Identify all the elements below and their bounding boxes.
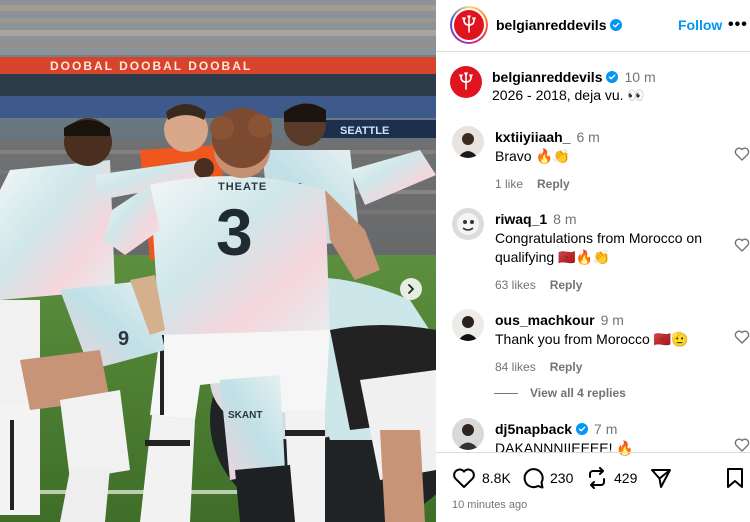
share-icon	[651, 469, 671, 488]
heart-icon	[453, 468, 475, 488]
reply-button[interactable]: Reply	[537, 177, 570, 191]
comment-avatar[interactable]	[452, 418, 484, 450]
carousel-next-button[interactable]	[400, 278, 422, 300]
heart-icon[interactable]	[734, 437, 750, 453]
banner-text: DOOBAL DOOBAL DOOBAL	[50, 59, 252, 73]
jersey-number-9: 9	[118, 328, 129, 350]
comment-username[interactable]: riwaq_1	[495, 211, 547, 227]
comment-count: 230	[550, 470, 574, 486]
like-count: 8.8K	[482, 470, 511, 486]
red-devils-logo-icon	[454, 10, 484, 40]
post-side-panel: belgianreddevils Follow ••• belgianredde…	[436, 0, 750, 522]
comment-likes[interactable]: 84 likes	[495, 360, 536, 374]
post-header: belgianreddevils Follow •••	[436, 0, 750, 52]
view-replies-label: View all 4 replies	[530, 386, 626, 400]
comment-avatar[interactable]	[452, 208, 484, 240]
comment-icon	[523, 468, 544, 489]
verified-icon	[610, 19, 623, 31]
heart-icon[interactable]	[734, 329, 750, 345]
stand-sign: SEATTLE	[340, 125, 389, 137]
heart-icon[interactable]	[734, 237, 750, 253]
posted-time: 10 minutes ago	[452, 499, 528, 511]
comment-username[interactable]: ous_machkour	[495, 312, 595, 328]
caption-username[interactable]: belgianreddevils	[492, 69, 602, 85]
repost-icon	[589, 467, 605, 489]
comment-avatar[interactable]	[452, 309, 484, 341]
verified-icon	[606, 71, 619, 83]
follow-button[interactable]: Follow	[678, 17, 722, 33]
repost-count: 429	[614, 470, 638, 486]
caption-time: 10 m	[624, 69, 656, 85]
comment-text: Thank you from Morocco 🇲🇦🫡	[495, 331, 689, 347]
comment-time: 7 m	[594, 421, 618, 437]
like-button[interactable]: 8.8K	[452, 467, 511, 489]
comment-time: 6 m	[576, 129, 600, 145]
comment-likes[interactable]: 63 likes	[495, 278, 536, 292]
comment-time: 8 m	[553, 211, 577, 227]
caption-avatar[interactable]	[450, 66, 482, 98]
more-options-button[interactable]: •••	[728, 16, 748, 34]
reply-button[interactable]: Reply	[550, 360, 583, 374]
comment-button[interactable]: 230	[522, 467, 573, 489]
share-button[interactable]	[650, 467, 678, 489]
header-username[interactable]: belgianreddevils	[496, 17, 606, 33]
save-button[interactable]	[726, 467, 750, 489]
avatar[interactable]	[450, 6, 488, 44]
comment-username[interactable]: kxtiiyiiaah_	[495, 129, 571, 145]
replies-divider	[494, 393, 518, 395]
comment-time: 9 m	[600, 312, 624, 328]
chevron-right-icon	[408, 284, 414, 294]
bookmark-icon	[727, 468, 743, 488]
comment-likes[interactable]: 1 like	[495, 177, 523, 191]
red-devils-logo-icon	[459, 72, 473, 90]
repost-button[interactable]: 429	[586, 467, 637, 489]
comment-username[interactable]: dj5napback	[495, 421, 572, 437]
heart-icon[interactable]	[734, 146, 750, 162]
comment-avatar[interactable]	[452, 126, 484, 158]
view-replies-button[interactable]: View all 4 replies	[494, 386, 626, 400]
caption-text: 2026 - 2018, deja vu. 👀	[492, 87, 645, 103]
jersey-number-3: 3	[216, 195, 253, 269]
post-photo[interactable]: DOOBAL DOOBAL DOOBAL SEATTLE 24	[0, 0, 436, 522]
verified-icon	[576, 423, 589, 435]
reply-button[interactable]: Reply	[550, 278, 583, 292]
celebration-photo: DOOBAL DOOBAL DOOBAL SEATTLE 24	[0, 0, 436, 522]
jersey-name: THEATE	[218, 181, 267, 193]
comment-text: Congratulations from Morocco on qualifyi…	[495, 230, 702, 265]
comment-text: Bravo 🔥👏	[495, 148, 571, 164]
post-actions-bar: 8.8K 230 429 10 minutes ago	[436, 452, 750, 522]
jersey-name-2: SKANT	[228, 410, 262, 421]
